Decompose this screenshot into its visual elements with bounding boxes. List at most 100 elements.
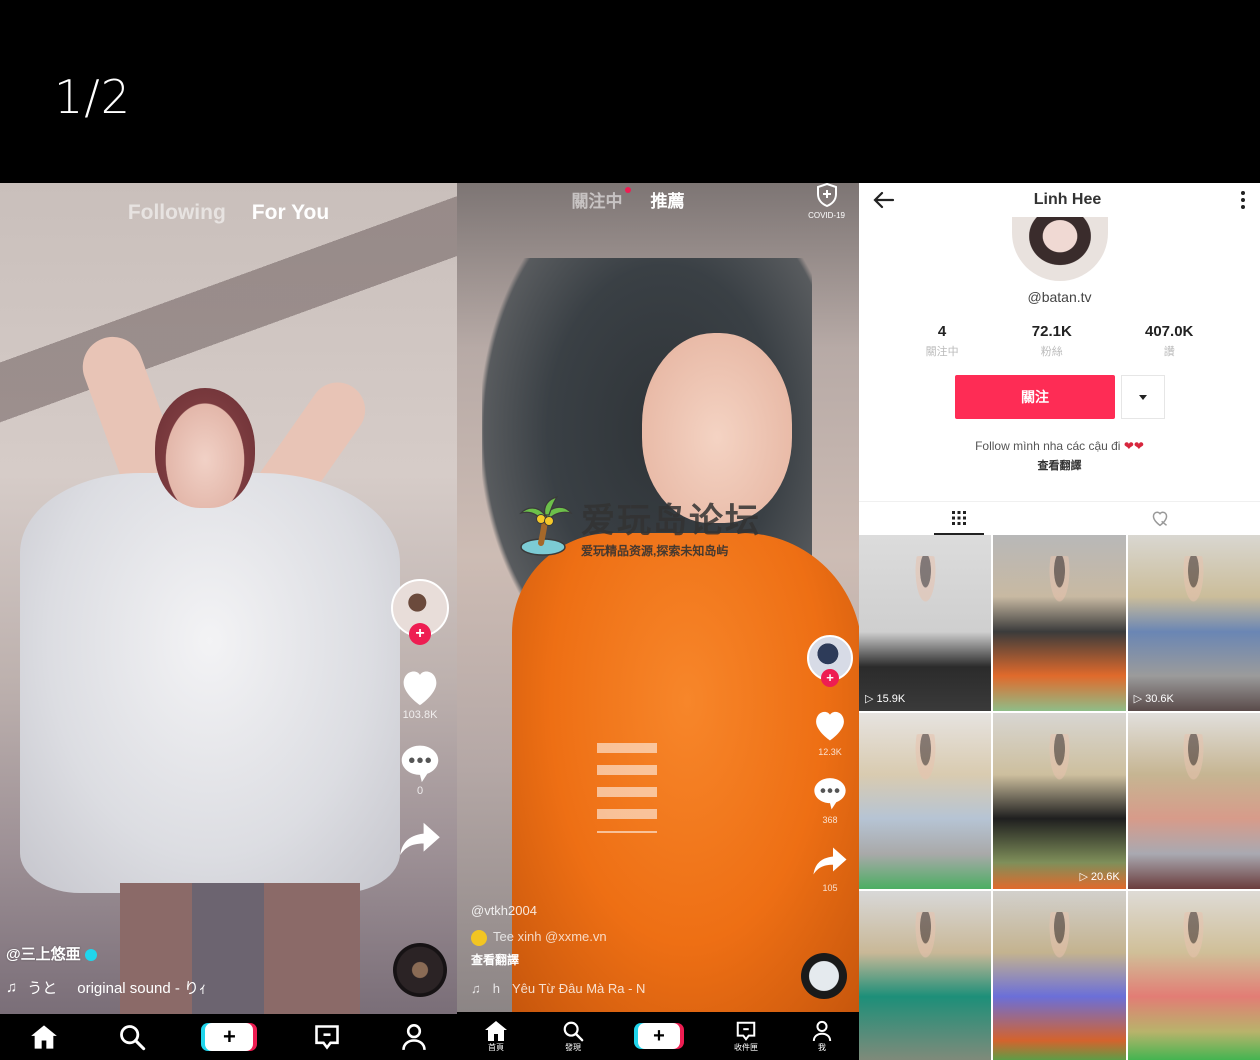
- grid-icon: [952, 510, 967, 525]
- tab-for-you[interactable]: 推薦: [651, 187, 685, 212]
- video-content: [155, 388, 255, 508]
- thumbnail-image: [1167, 734, 1221, 831]
- video-thumbnail[interactable]: ▷ 15.9K: [859, 535, 992, 711]
- like-button[interactable]: [397, 667, 443, 707]
- shield-icon: [816, 183, 837, 208]
- music-disc-icon[interactable]: [393, 943, 447, 997]
- play-icon: ▷: [865, 693, 874, 705]
- tiktok-profile-panel: Linh Hee @batan.tv 4 關注中 72.1K 粉絲 407.0K…: [859, 183, 1260, 1060]
- creator-avatar[interactable]: +: [391, 579, 449, 645]
- nav-inbox[interactable]: [313, 1023, 341, 1051]
- profile-handle: @batan.tv: [1027, 289, 1092, 305]
- comment-count: 368: [822, 815, 838, 825]
- profile-icon: [812, 1020, 832, 1041]
- covid-info-button[interactable]: COVID-19: [808, 183, 845, 220]
- inbox-icon: [736, 1021, 756, 1041]
- video-content: [597, 743, 657, 833]
- music-note-icon: ♫: [471, 981, 481, 996]
- thumbnail-image: [1033, 912, 1086, 1009]
- share-icon: [813, 847, 847, 875]
- creator-username[interactable]: @三上悠亜: [6, 943, 97, 964]
- nav-home[interactable]: 首頁: [484, 1020, 508, 1053]
- music-info[interactable]: ♫ うと original sound - りｨ: [6, 977, 207, 998]
- tab-liked[interactable]: [1060, 502, 1260, 533]
- video-thumbnail[interactable]: [1127, 891, 1260, 1060]
- video-thumbnail[interactable]: [859, 891, 992, 1060]
- like-button[interactable]: [807, 705, 853, 745]
- creator-username[interactable]: @vtkh2004: [471, 903, 537, 918]
- more-options-icon[interactable]: [1240, 190, 1246, 210]
- action-rail: + 103.8K 0: [391, 579, 449, 859]
- thumbnail-image: [1167, 556, 1221, 653]
- play-icon: ▷: [1133, 693, 1143, 705]
- video-thumbnail[interactable]: [993, 535, 1126, 711]
- watermark: 爱玩岛论坛 爱玩精品资源,探索未知岛屿: [517, 493, 761, 559]
- feed-tabs: Following For You: [0, 201, 457, 225]
- tiktok-feed-panel-1: Following For You + 103.8K 0 @三上悠亜 ♫ うと …: [0, 183, 457, 1060]
- video-thumbnail[interactable]: [859, 713, 992, 889]
- profile-title: Linh Hee: [1033, 191, 1102, 208]
- palm-tree-icon: [519, 496, 573, 556]
- nav-profile[interactable]: 我: [812, 1020, 832, 1053]
- thumbnail-image: [898, 912, 952, 1009]
- video-thumbnail[interactable]: ▷ 30.6K: [1127, 535, 1260, 711]
- profile-avatar[interactable]: [1012, 217, 1108, 281]
- music-info[interactable]: ♫ h Yêu Từ Đâu Mà Ra - N: [471, 981, 645, 996]
- nav-home[interactable]: [30, 1024, 58, 1050]
- tiktok-feed-panel-2: 關注中 推薦 COVID-19 爱玩岛论坛 爱玩精品资源,探索未知岛屿 + 12…: [457, 183, 859, 1060]
- tab-videos[interactable]: [859, 502, 1060, 533]
- thumbnail-image: [898, 734, 952, 831]
- back-arrow-icon[interactable]: [873, 191, 895, 209]
- grin-emoji-icon: [471, 929, 487, 946]
- thumbnail-image: [1033, 556, 1086, 653]
- comment-count: 0: [416, 785, 424, 797]
- create-icon: +: [205, 1023, 254, 1051]
- home-icon: [485, 1020, 507, 1041]
- nav-discover[interactable]: 發現: [562, 1020, 584, 1053]
- stat-followers[interactable]: 72.1K 粉絲: [1032, 323, 1072, 359]
- verified-badge-icon: [84, 949, 97, 962]
- nav-discover[interactable]: [118, 1023, 146, 1051]
- stat-following[interactable]: 4 關注中: [926, 323, 959, 359]
- share-count: 105: [822, 883, 838, 893]
- view-count: ▷ 30.6K: [1133, 692, 1174, 706]
- tab-following[interactable]: 關注中: [572, 187, 631, 212]
- like-count: 12.3K: [818, 747, 842, 757]
- thumbnail-image: [1033, 734, 1086, 831]
- chevron-down-icon: [1139, 394, 1147, 400]
- watermark-text: 爱玩岛论坛 爱玩精品资源,探索未知岛屿: [581, 501, 761, 558]
- thumbnail-image: [898, 556, 952, 653]
- nav-create[interactable]: +: [205, 1023, 254, 1051]
- profile-icon: [402, 1024, 426, 1050]
- creator-avatar[interactable]: +: [807, 635, 853, 687]
- tab-for-you[interactable]: For You: [252, 201, 329, 225]
- video-thumbnail[interactable]: [1127, 713, 1260, 889]
- translate-link[interactable]: 查看翻譯: [471, 951, 519, 968]
- translate-link[interactable]: 查看翻譯: [859, 457, 1260, 473]
- video-content: [20, 473, 400, 893]
- profile-tabs: [859, 501, 1260, 533]
- liked-videos-icon: [1152, 511, 1168, 526]
- share-button[interactable]: [397, 819, 443, 859]
- nav-create[interactable]: +: [638, 1023, 680, 1049]
- comment-button[interactable]: [397, 743, 443, 783]
- bottom-nav: 首頁 發現 + 收件匣 我: [457, 1012, 859, 1060]
- follow-plus-icon[interactable]: +: [409, 623, 431, 645]
- video-thumbnail[interactable]: [993, 891, 1126, 1060]
- comment-icon: [814, 778, 846, 810]
- tab-following[interactable]: Following: [128, 201, 226, 225]
- music-disc-icon[interactable]: [801, 953, 847, 999]
- comment-button[interactable]: [807, 773, 853, 813]
- follow-plus-icon[interactable]: +: [821, 669, 839, 687]
- play-icon: ▷: [1079, 871, 1088, 883]
- music-note-icon: ♫: [6, 979, 18, 996]
- follow-actions: 關注: [955, 375, 1165, 419]
- follow-button[interactable]: 關注: [955, 375, 1115, 419]
- heart-icon: [403, 671, 437, 706]
- video-thumbnail[interactable]: ▷ 20.6K: [993, 713, 1126, 889]
- nav-inbox[interactable]: 收件匣: [734, 1020, 758, 1053]
- share-button[interactable]: [807, 841, 853, 881]
- nav-profile[interactable]: [401, 1023, 427, 1051]
- suggested-accounts-button[interactable]: [1121, 375, 1165, 419]
- live-indicator-icon: [624, 187, 631, 193]
